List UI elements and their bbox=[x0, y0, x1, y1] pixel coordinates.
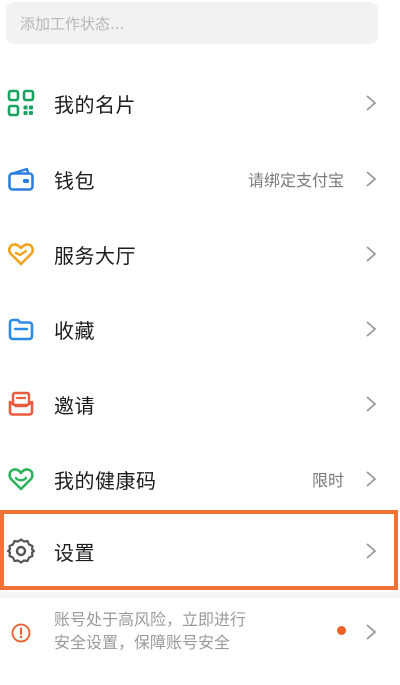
folder-icon bbox=[8, 318, 34, 341]
menu-item-service-hall[interactable]: 服务大厅 bbox=[0, 217, 400, 291]
menu-item-label: 服务大厅 bbox=[54, 243, 136, 268]
account-risk-notice[interactable]: 账号处于高风险，立即进行 安全设置，保障账号安全 bbox=[0, 598, 400, 670]
chevron-right-icon bbox=[366, 95, 377, 111]
menu-item-favorites[interactable]: 收藏 bbox=[0, 292, 400, 366]
risk-line-2: 安全设置，保障账号安全 bbox=[54, 633, 231, 652]
chevron-right-icon bbox=[366, 543, 377, 559]
invite-envelope-icon bbox=[8, 391, 34, 416]
gear-icon bbox=[7, 538, 35, 564]
wallet-icon bbox=[8, 167, 34, 191]
risk-message: 账号处于高风险，立即进行 安全设置，保障账号安全 bbox=[54, 608, 314, 654]
chevron-right-icon bbox=[366, 321, 377, 337]
menu-item-wallet[interactable]: 钱包 请绑定支付宝 bbox=[0, 142, 400, 216]
menu-item-label: 邀请 bbox=[54, 393, 95, 418]
chevron-right-icon bbox=[366, 246, 377, 262]
alert-dot bbox=[337, 626, 346, 635]
menu-item-label: 设置 bbox=[54, 540, 95, 565]
chevron-right-icon bbox=[366, 471, 377, 487]
limited-time-badge: 限时 bbox=[311, 471, 344, 490]
chevron-right-icon bbox=[366, 171, 377, 187]
menu-item-label: 钱包 bbox=[54, 168, 95, 193]
menu-item-settings[interactable]: 设置 bbox=[0, 514, 400, 588]
menu-item-health-code[interactable]: 我的健康码 限时 bbox=[0, 442, 400, 516]
menu-item-label: 我的健康码 bbox=[54, 468, 157, 493]
menu-item-invite[interactable]: 邀请 bbox=[0, 367, 400, 441]
menu-item-business-card[interactable]: 我的名片 bbox=[0, 66, 400, 140]
heart-hands-icon bbox=[8, 243, 34, 266]
alipay-bind-hint: 请绑定支付宝 bbox=[247, 171, 344, 190]
chevron-right-icon bbox=[366, 624, 377, 640]
menu-item-label: 我的名片 bbox=[54, 92, 136, 117]
menu-item-label: 收藏 bbox=[54, 318, 95, 343]
work-status-input[interactable]: 添加工作状态... bbox=[6, 2, 378, 44]
qr-code-icon bbox=[7, 89, 35, 117]
warning-icon bbox=[11, 623, 31, 643]
chevron-right-icon bbox=[366, 396, 377, 412]
risk-line-1: 账号处于高风险，立即进行 bbox=[54, 610, 247, 629]
health-heart-icon bbox=[8, 468, 34, 491]
